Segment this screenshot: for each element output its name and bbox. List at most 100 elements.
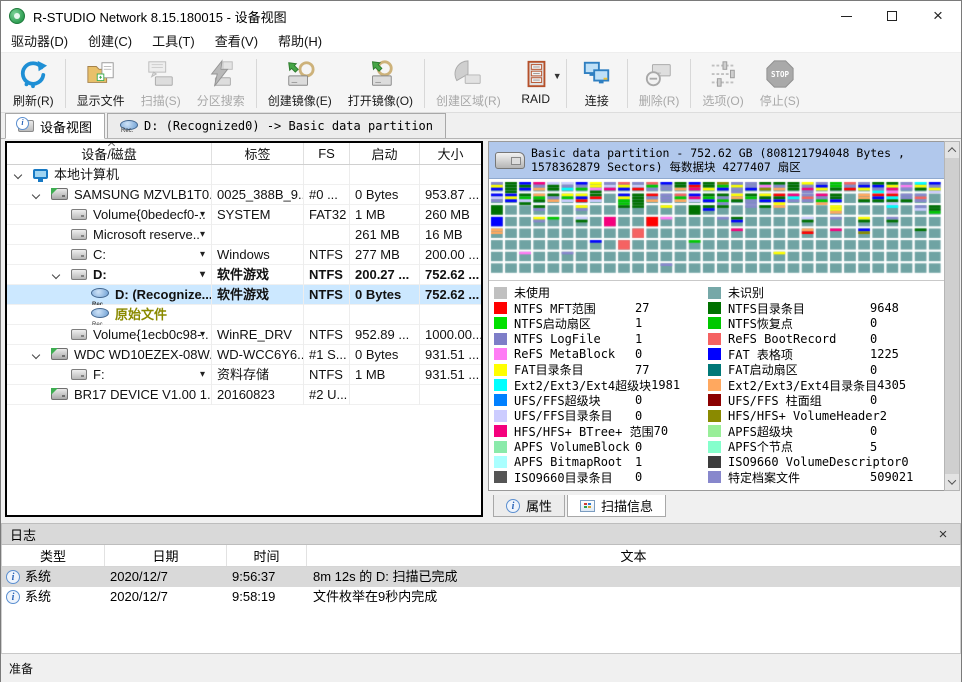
table-row-wdc-disk[interactable]: WDC WD10EZEX-08W... WD-WCC6Y6...#1 S...0… — [7, 345, 481, 365]
stop-button[interactable]: STOP 停止(S) — [752, 55, 808, 112]
chevron-down-icon[interactable] — [14, 171, 22, 179]
menu-create[interactable]: 创建(C) — [78, 31, 142, 53]
vertical-scrollbar[interactable] — [944, 141, 960, 491]
menu-drive[interactable]: 驱动器(D) — [1, 31, 78, 53]
volume-icon — [71, 249, 87, 260]
scroll-up-button[interactable] — [945, 142, 959, 158]
legend-item: ReFS BootRecord0 — [708, 331, 944, 346]
close-button[interactable]: × — [915, 1, 961, 31]
log-column-time[interactable]: 时间 — [227, 545, 307, 566]
log-row[interactable]: 系统 2020/12/7 9:56:37 8m 12s 的 D: 扫描已完成 — [2, 567, 960, 587]
table-row-d-recognized[interactable]: D: (Recognize... 软件游戏NTFS0 Bytes752.62 .… — [7, 285, 481, 305]
menu-help[interactable]: 帮助(H) — [268, 31, 332, 53]
raid-dropdown-arrow[interactable]: ▼ — [553, 71, 562, 81]
dropdown-arrow-icon[interactable]: ▾ — [200, 225, 205, 244]
tab-properties[interactable]: 属性 — [493, 495, 565, 517]
legend-count: 1 — [635, 332, 642, 346]
table-row-c-drive[interactable]: C:▾ WindowsNTFS277 MB200.00 ... — [7, 245, 481, 265]
chevron-down-icon[interactable] — [32, 351, 40, 359]
column-header-label[interactable]: 标签 — [212, 143, 304, 164]
legend-color-swatch — [708, 379, 721, 391]
partition-info-text: Basic data partition - 752.62 GB (808121… — [531, 146, 939, 174]
column-header-size[interactable]: 大小 — [420, 143, 481, 164]
app-window: R-STUDIO Network 8.15.180015 - 设备视图 × 驱动… — [0, 0, 962, 682]
minimize-button[interactable] — [823, 1, 869, 31]
legend-color-swatch — [494, 471, 507, 483]
tab-partition[interactable]: D: (Recognized0) -> Basic data partition — [107, 113, 446, 138]
maximize-button[interactable] — [869, 1, 915, 31]
raid-button[interactable]: ▼ RAID — [509, 55, 563, 112]
dropdown-arrow-icon[interactable]: ▾ — [200, 325, 205, 344]
legend-color-swatch — [494, 441, 507, 453]
open-image-icon — [364, 58, 396, 90]
options-button[interactable]: 选项(O) — [694, 55, 751, 112]
tab-device-view-label: 设备视图 — [40, 117, 92, 136]
open-image-button[interactable]: 打开镜像(O) — [340, 55, 421, 112]
legend-item: NTFS LogFile1 — [494, 331, 708, 346]
legend-color-swatch — [494, 394, 507, 406]
log-column-type[interactable]: 类型 — [2, 545, 105, 566]
svg-text:STOP: STOP — [771, 70, 790, 79]
scroll-down-button[interactable] — [945, 474, 959, 490]
legend-label: NTFS启动扇区 — [514, 315, 635, 332]
log-column-text[interactable]: 文本 — [307, 545, 960, 566]
toolbar-separator — [65, 59, 66, 108]
legend-item: APFS VolumeBlock0 — [494, 439, 708, 454]
dropdown-arrow-icon[interactable]: ▾ — [200, 245, 205, 264]
menu-tools[interactable]: 工具(T) — [142, 31, 205, 53]
dropdown-arrow-icon[interactable]: ▾ — [200, 265, 205, 284]
refresh-icon — [17, 58, 49, 90]
scan-legend: 未使用NTFS MFT范围27NTFS启动扇区1NTFS LogFile1ReF… — [489, 285, 945, 485]
table-row-volume-winre[interactable]: Volume{1ecb0c98-..▾ WinRE_DRVNTFS952.89 … — [7, 325, 481, 345]
delete-button[interactable]: 删除(R) — [631, 55, 688, 112]
table-row-samsung-disk[interactable]: SAMSUNG MZVLB1T0... 0025_388B_9...#0 ...… — [7, 185, 481, 205]
legend-item: NTFS恢复点0 — [708, 316, 944, 331]
tab-scan-information[interactable]: 扫描信息 — [567, 495, 666, 517]
dropdown-arrow-icon[interactable]: ▾ — [200, 205, 205, 224]
chevron-down-icon[interactable] — [52, 271, 60, 279]
column-header-fs[interactable]: FS — [304, 143, 350, 164]
log-table-header: 类型 日期 时间 文本 — [2, 545, 960, 567]
recognized-partition-icon — [120, 120, 138, 133]
log-row[interactable]: 系统 2020/12/7 9:58:19 文件枚举在9秒内完成 — [2, 587, 960, 607]
partition-disk-icon — [495, 152, 525, 169]
table-row-d-drive[interactable]: D:▾ 软件游戏NTFS200.27 ...752.62 ... — [7, 265, 481, 285]
connect-button[interactable]: 连接 — [570, 55, 624, 112]
table-row-local-computer[interactable]: 本地计算机 — [7, 165, 481, 185]
refresh-button[interactable]: 刷新(R) — [5, 55, 62, 112]
dropdown-arrow-icon[interactable]: ▾ — [200, 365, 205, 384]
volume-icon — [71, 369, 87, 380]
close-icon: × — [933, 11, 943, 21]
partition-search-button[interactable]: 分区搜索 — [189, 55, 253, 112]
legend-color-swatch — [708, 425, 721, 437]
log-column-date[interactable]: 日期 — [105, 545, 227, 566]
legend-divider — [489, 280, 945, 281]
raw-files-icon — [91, 308, 109, 321]
log-close-icon[interactable]: × — [934, 526, 952, 543]
table-row-raw-files[interactable]: 原始文件 — [7, 305, 481, 325]
table-row-volume-efi[interactable]: Volume{0bedecf0-..▾ SYSTEMFAT321 MB260 M… — [7, 205, 481, 225]
scan-button[interactable]: 扫描(S) — [133, 55, 189, 112]
create-image-button[interactable]: 创建镜像(E) — [260, 55, 340, 112]
column-header-device[interactable]: 设备/磁盘 — [7, 143, 212, 164]
legend-item: NTFS MFT范围27 — [494, 300, 708, 315]
chevron-down-icon[interactable] — [32, 191, 40, 199]
legend-count: 0 — [870, 332, 877, 346]
tab-partition-label: D: (Recognized0) -> Basic data partition — [144, 119, 433, 133]
tab-properties-label: 属性 — [526, 496, 552, 515]
scan-block-map[interactable] — [490, 181, 942, 274]
show-files-button[interactable]: 显示文件 — [69, 55, 133, 112]
legend-count: 1225 — [870, 347, 899, 361]
legend-count: 0 — [635, 409, 642, 423]
table-row-msr[interactable]: Microsoft reserve..▾ 261 MB16 MB — [7, 225, 481, 245]
legend-label: ReFS MetaBlock — [514, 347, 635, 361]
create-region-button[interactable]: 创建区域(R) — [428, 55, 509, 112]
table-row-br17-device[interactable]: BR17 DEVICE V1.00 1.... 20160823#2 U... — [7, 385, 481, 405]
raid-icon: ▼ — [520, 58, 552, 90]
legend-color-swatch — [708, 333, 721, 345]
tab-device-view[interactable]: 设备视图 — [5, 113, 105, 139]
create-region-icon — [452, 58, 484, 90]
table-row-f-drive[interactable]: F:▾ 资料存储NTFS1 MB931.51 ... — [7, 365, 481, 385]
column-header-boot[interactable]: 启动 — [350, 143, 420, 164]
menu-view[interactable]: 查看(V) — [205, 31, 268, 53]
